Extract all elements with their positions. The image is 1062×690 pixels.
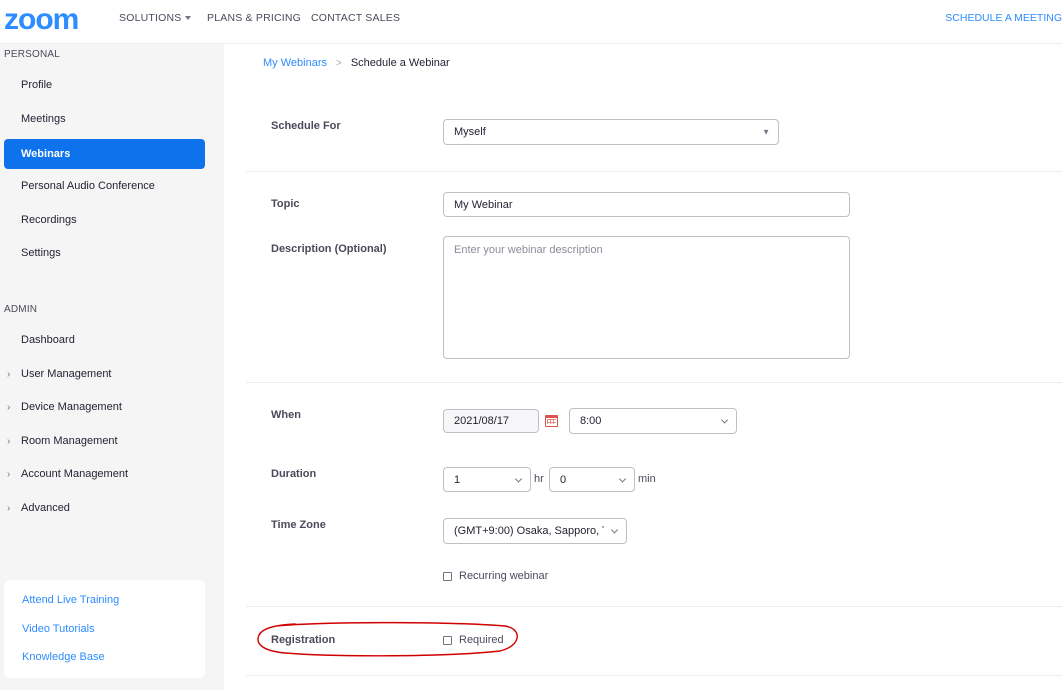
description-label: Description (Optional): [271, 243, 387, 255]
time-value: 8:00: [580, 415, 602, 427]
zoom-logo[interactable]: zoom: [4, 2, 79, 38]
sidebar-item-label: User Management: [21, 368, 112, 380]
minutes-unit: min: [638, 473, 656, 485]
admin-section-title: ADMIN: [4, 304, 38, 315]
sidebar-item-label: Advanced: [21, 502, 70, 514]
sidebar-item-label: Personal Audio Conference: [21, 180, 155, 192]
nav-solutions[interactable]: SOLUTIONS: [119, 12, 192, 24]
sidebar-item-device-management[interactable]: › Device Management: [4, 392, 205, 422]
nav-plans-pricing[interactable]: PLANS & PRICING: [207, 12, 301, 24]
checkbox-box[interactable]: [443, 571, 452, 581]
sidebar-item-label: Account Management: [21, 468, 129, 480]
personal-section-title: PERSONAL: [4, 49, 61, 60]
schedule-for-select[interactable]: Myself ▼: [443, 119, 779, 145]
sidebar-item-account-management[interactable]: › Account Management: [4, 459, 205, 489]
chevron-right-icon: ›: [7, 369, 11, 380]
date-value: 2021/08/17: [454, 415, 510, 427]
sidebar-item-label: Device Management: [21, 401, 122, 413]
schedule-for-value: Myself: [454, 126, 486, 138]
hours-unit: hr: [534, 473, 544, 485]
duration-minutes-select[interactable]: 0: [549, 467, 635, 492]
top-navigation: zoom SOLUTIONS PLANS & PRICING CONTACT S…: [0, 0, 1062, 44]
sidebar-item-label: Room Management: [21, 435, 118, 447]
sidebar-item-user-management[interactable]: › User Management: [4, 359, 205, 389]
nav-contact-sales-label: CONTACT SALES: [311, 12, 401, 24]
breadcrumb: My Webinars > Schedule a Webinar: [263, 57, 450, 69]
nav-plans-pricing-label: PLANS & PRICING: [207, 12, 302, 24]
recurring-webinar-label: Recurring webinar: [459, 570, 549, 582]
sidebar-item-advanced[interactable]: › Advanced: [4, 493, 205, 523]
time-select[interactable]: 8:00: [569, 408, 737, 434]
topic-input[interactable]: My Webinar: [443, 192, 850, 217]
chevron-right-icon: ›: [7, 402, 11, 413]
nav-contact-sales[interactable]: CONTACT SALES: [311, 12, 400, 24]
sidebar-item-label: Recordings: [21, 214, 77, 226]
chevron-right-icon: ›: [7, 469, 11, 480]
schedule-for-label: Schedule For: [271, 120, 341, 132]
sidebar-item-label: Webinars: [21, 148, 71, 160]
chevron-right-icon: ›: [7, 503, 11, 514]
section-divider: [246, 382, 1062, 383]
chevron-right-icon: ›: [7, 436, 11, 447]
time-zone-label: Time Zone: [271, 519, 326, 531]
duration-minutes-value: 0: [560, 473, 567, 486]
section-divider: [246, 171, 1062, 172]
schedule-meeting-link[interactable]: SCHEDULE A MEETING: [945, 12, 1062, 24]
sidebar-item-personal-audio-conference[interactable]: Personal Audio Conference: [4, 171, 205, 201]
sidebar-item-recordings[interactable]: Recordings: [4, 205, 205, 235]
nav-solutions-label: SOLUTIONS: [119, 12, 182, 24]
time-zone-select[interactable]: (GMT+9:00) Osaka, Sapporo, T: [443, 518, 627, 544]
help-links-box: Attend Live Training Video Tutorials Kno…: [4, 580, 205, 678]
sidebar-item-room-management[interactable]: › Room Management: [4, 426, 205, 456]
triangle-down-icon: ▼: [762, 127, 770, 137]
sidebar-item-label: Profile: [21, 79, 53, 91]
duration-hours-value: 1: [454, 473, 461, 486]
sidebar-item-label: Dashboard: [21, 334, 75, 346]
main-content: My Webinars > Schedule a Webinar Schedul…: [224, 44, 1062, 690]
caret-down-icon: [185, 16, 192, 20]
description-placeholder: Enter your webinar description: [454, 244, 603, 256]
sidebar-item-settings[interactable]: Settings: [4, 238, 205, 268]
calendar-icon[interactable]: [545, 415, 558, 427]
sidebar-item-label: Meetings: [21, 113, 66, 125]
duration-hours-select[interactable]: 1: [443, 467, 531, 492]
knowledge-base-link[interactable]: Knowledge Base: [22, 651, 105, 663]
sidebar-item-label: Settings: [21, 247, 61, 259]
when-label: When: [271, 409, 301, 421]
breadcrumb-current: Schedule a Webinar: [350, 57, 450, 69]
time-zone-value: (GMT+9:00) Osaka, Sapporo, T: [454, 525, 604, 537]
attend-live-training-link[interactable]: Attend Live Training: [22, 594, 119, 606]
sidebar-item-webinars[interactable]: Webinars: [4, 139, 205, 169]
section-divider: [246, 606, 1062, 607]
sidebar: PERSONAL Profile Meetings Webinars Perso…: [0, 44, 224, 690]
topic-label: Topic: [271, 198, 300, 210]
chevron-down-icon: [610, 526, 619, 534]
chevron-down-icon: [720, 416, 729, 424]
recurring-webinar-checkbox[interactable]: Recurring webinar: [443, 570, 548, 582]
video-tutorials-link[interactable]: Video Tutorials: [22, 623, 95, 635]
zoom-logo-text: zoom: [4, 3, 79, 36]
duration-label: Duration: [271, 468, 317, 480]
chevron-down-icon: [618, 474, 627, 483]
date-input[interactable]: 2021/08/17: [443, 409, 539, 433]
red-annotation-circle: [257, 621, 518, 657]
sidebar-item-profile[interactable]: Profile: [4, 70, 205, 100]
sidebar-item-dashboard[interactable]: Dashboard: [4, 325, 205, 355]
section-divider: [246, 675, 1062, 676]
description-textarea[interactable]: Enter your webinar description: [443, 236, 850, 359]
breadcrumb-separator: >: [335, 57, 342, 69]
topic-value: My Webinar: [454, 198, 513, 211]
chevron-down-icon: [514, 474, 523, 483]
breadcrumb-my-webinars[interactable]: My Webinars: [263, 57, 327, 69]
sidebar-item-meetings[interactable]: Meetings: [4, 104, 205, 134]
